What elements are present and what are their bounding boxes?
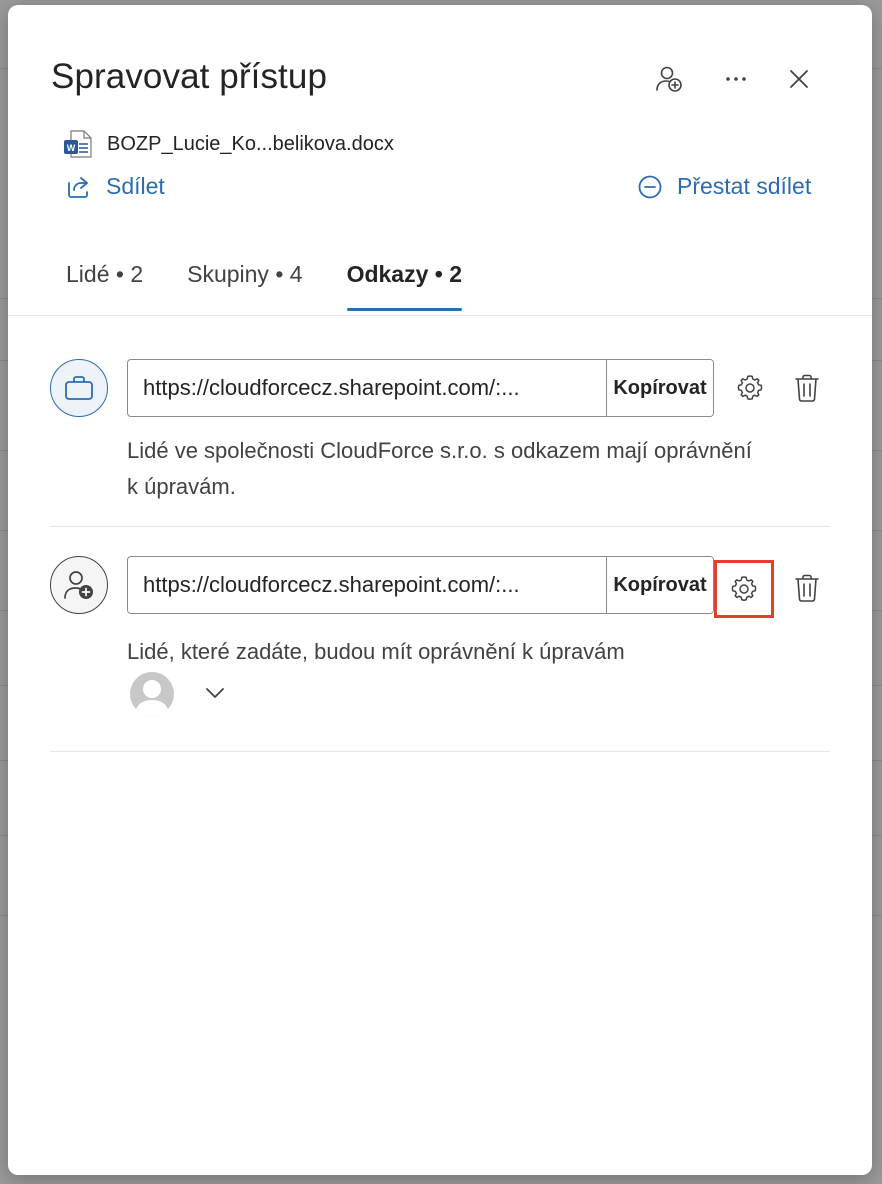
tab-list: Lidé • 2 Skupiny • 4 Odkazy • 2 <box>52 255 492 311</box>
tab-links[interactable]: Odkazy • 2 <box>333 255 476 311</box>
more-options-button[interactable] <box>714 57 758 101</box>
link-url-field[interactable]: https://cloudforcecz.sharepoint.com/:... <box>128 360 606 416</box>
minus-circle-icon <box>638 175 662 198</box>
file-info: W BOZP_Lucie_Ko...belikova.docx <box>63 129 394 159</box>
specific-people-link-avatar <box>50 556 108 614</box>
link-description: Lidé, které zadáte, budou mít oprávnění … <box>127 639 625 664</box>
delete-link-button[interactable] <box>779 560 835 616</box>
link-url-box: https://cloudforcecz.sharepoint.com/:...… <box>127 359 714 417</box>
organization-link-avatar <box>50 359 108 417</box>
manage-access-dialog: Spravovat přístup W BOZP_Lucie_Ko...beli… <box>8 5 872 1175</box>
briefcase-icon <box>65 376 93 400</box>
share-link[interactable]: Sdílet <box>66 173 165 200</box>
link-description: Lidé ve společnosti CloudForce s.r.o. s … <box>127 438 752 499</box>
chevron-down-icon[interactable] <box>204 686 226 700</box>
stop-sharing-label: Přestat sdílet <box>677 173 812 199</box>
person-add-icon <box>64 571 93 599</box>
link-divider <box>50 751 830 752</box>
person-add-icon <box>656 66 682 92</box>
copy-link-button[interactable]: Kopírovat <box>606 557 713 613</box>
share-label: Sdílet <box>106 173 165 199</box>
link-url-field[interactable]: https://cloudforcecz.sharepoint.com/:... <box>128 557 606 613</box>
link-settings-button[interactable] <box>714 560 774 618</box>
copy-link-button[interactable]: Kopírovat <box>606 360 713 416</box>
trash-icon <box>795 574 819 602</box>
word-doc-icon: W <box>64 130 92 158</box>
close-button[interactable] <box>777 57 821 101</box>
close-icon <box>790 70 808 88</box>
trash-icon <box>795 374 819 402</box>
add-people-button[interactable] <box>647 57 691 101</box>
stop-sharing-link[interactable]: Přestat sdílet <box>637 173 811 200</box>
link-url-box: https://cloudforcecz.sharepoint.com/:...… <box>127 556 714 614</box>
delete-link-button[interactable] <box>779 360 835 416</box>
file-name: BOZP_Lucie_Ko...belikova.docx <box>107 132 394 155</box>
avatar <box>130 672 174 716</box>
person-placeholder-icon <box>135 680 169 716</box>
tab-groups[interactable]: Skupiny • 4 <box>173 255 316 311</box>
tabs-divider <box>8 315 872 316</box>
link-divider <box>50 526 830 527</box>
tab-people[interactable]: Lidé • 2 <box>52 255 157 311</box>
more-horizontal-icon <box>726 77 746 81</box>
gear-icon <box>731 576 757 601</box>
svg-text:W: W <box>67 143 76 153</box>
share-icon <box>68 176 88 198</box>
gear-icon <box>737 375 763 400</box>
dialog-title: Spravovat přístup <box>51 57 328 96</box>
link-settings-button[interactable] <box>722 360 778 416</box>
